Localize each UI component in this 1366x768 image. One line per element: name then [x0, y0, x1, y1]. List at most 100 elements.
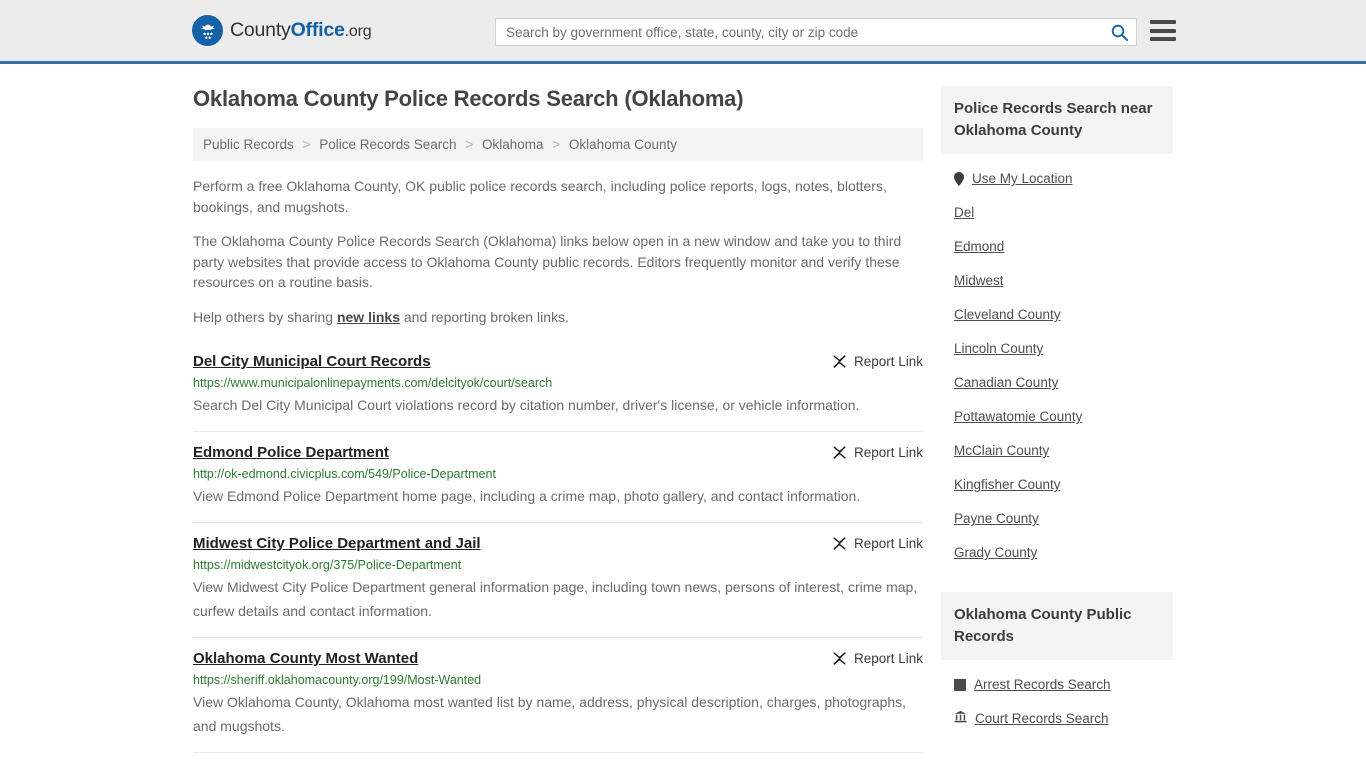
- breadcrumb-item-oklahoma-county[interactable]: Oklahoma County: [569, 137, 677, 152]
- sidebar-section-gap: [941, 570, 1173, 592]
- new-links-link[interactable]: new links: [337, 309, 400, 325]
- report-link-label: Report Link: [853, 651, 923, 666]
- result-title-link[interactable]: Midwest City Police Department and Jail: [193, 535, 481, 553]
- sidebar-public-records-title: Oklahoma County Public Records: [941, 592, 1173, 660]
- report-link-label: Report Link: [853, 354, 923, 369]
- sidebar-link[interactable]: Del: [954, 204, 974, 222]
- intro-paragraph-1: Perform a free Oklahoma County, OK publi…: [193, 178, 887, 215]
- report-link-button[interactable]: Report Link: [832, 536, 923, 551]
- page-body: Oklahoma County Police Records Search (O…: [0, 64, 1366, 753]
- sidebar-link[interactable]: Cleveland County: [954, 306, 1061, 324]
- logo-text-office: Office: [290, 19, 345, 41]
- intro-paragraph-2: The Oklahoma County Police Records Searc…: [193, 233, 902, 290]
- sidebar-link[interactable]: Payne County: [954, 510, 1039, 528]
- logo-text-county: County: [230, 19, 291, 41]
- result-url: https://midwestcityok.org/375/Police-Dep…: [193, 558, 462, 572]
- courthouse-icon: [954, 710, 967, 728]
- result-url: https://sheriff.oklahomacounty.org/199/M…: [193, 673, 482, 687]
- share-links-paragraph: Help others by sharing new links and rep…: [193, 307, 923, 328]
- sidebar-link[interactable]: Lincoln County: [954, 340, 1043, 358]
- sidebar-item-del[interactable]: Del: [941, 196, 1173, 230]
- sidebar-item-kingfisher-county[interactable]: Kingfisher County: [941, 468, 1173, 502]
- breadcrumb-separator: >: [552, 137, 561, 152]
- result-header: Midwest City Police Department and Jail …: [193, 535, 923, 553]
- sidebar-link[interactable]: Edmond: [954, 238, 1004, 256]
- site-logo[interactable]: CountyOffice.org: [192, 15, 372, 46]
- breadcrumb-item-oklahoma[interactable]: Oklahoma: [482, 137, 544, 152]
- breadcrumb-separator: >: [465, 137, 474, 152]
- sidebar-nearby-list: Use My Location Del Edmond Midwest Cleve…: [941, 154, 1173, 570]
- share-prefix: Help others by sharing: [193, 308, 337, 325]
- share-suffix: and reporting broken links.: [400, 308, 569, 325]
- result-description: View Edmond Police Department home page,…: [193, 488, 861, 504]
- document-square-icon: [954, 679, 966, 691]
- sidebar-item-arrest-records-search[interactable]: Arrest Records Search: [941, 668, 1173, 702]
- hamburger-bar: [1150, 20, 1176, 24]
- sidebar-item-midwest[interactable]: Midwest: [941, 264, 1173, 298]
- page-title: Oklahoma County Police Records Search (O…: [193, 86, 744, 111]
- sidebar-item-lincoln-county[interactable]: Lincoln County: [941, 332, 1173, 366]
- result-description: Search Del City Municipal Court violatio…: [193, 397, 860, 413]
- result-title-link[interactable]: Edmond Police Department: [193, 444, 389, 462]
- use-my-location-link[interactable]: Use My Location: [972, 170, 1073, 188]
- sidebar-link[interactable]: Pottawatomie County: [954, 408, 1082, 426]
- result-description: View Oklahoma County, Oklahoma most want…: [193, 694, 907, 734]
- result-title-link[interactable]: Del City Municipal Court Records: [193, 353, 431, 371]
- report-link-button[interactable]: Report Link: [832, 354, 923, 369]
- sidebar-item-court-records-search[interactable]: Court Records Search: [941, 702, 1173, 736]
- sidebar-nearby-title: Police Records Search near Oklahoma Coun…: [941, 86, 1173, 154]
- result-item: Oklahoma County Most Wanted Report Link …: [193, 638, 923, 753]
- search-input[interactable]: [496, 19, 1102, 45]
- sidebar-item-cleveland-county[interactable]: Cleveland County: [941, 298, 1173, 332]
- result-item: Midwest City Police Department and Jail …: [193, 523, 923, 638]
- breadcrumb-item-public-records[interactable]: Public Records: [203, 137, 294, 152]
- hamburger-bar: [1150, 28, 1176, 33]
- search-icon: [1111, 24, 1128, 41]
- search-button[interactable]: [1102, 19, 1136, 45]
- logo-text-org: .org: [344, 23, 372, 40]
- sidebar-link[interactable]: Canadian County: [954, 374, 1058, 392]
- breadcrumb-item-police-records-search[interactable]: Police Records Search: [319, 137, 456, 152]
- sidebar-public-records-list: Arrest Records Search Court Records Sear…: [941, 660, 1173, 736]
- report-link-label: Report Link: [853, 536, 923, 551]
- search-bar[interactable]: [495, 18, 1137, 46]
- result-title-link[interactable]: Oklahoma County Most Wanted: [193, 650, 418, 668]
- sidebar-item-grady-county[interactable]: Grady County: [941, 536, 1173, 570]
- site-header: CountyOffice.org: [0, 0, 1366, 64]
- report-link-button[interactable]: Report Link: [832, 651, 923, 666]
- content-container: Oklahoma County Police Records Search (O…: [193, 64, 1173, 753]
- sidebar-link[interactable]: Court Records Search: [975, 710, 1109, 728]
- sidebar-link[interactable]: Arrest Records Search: [974, 676, 1111, 694]
- result-item: Del City Municipal Court Records Report …: [193, 341, 923, 432]
- breadcrumb-separator: >: [302, 137, 311, 152]
- result-item: Edmond Police Department Report Link htt…: [193, 432, 923, 523]
- sidebar-item-payne-county[interactable]: Payne County: [941, 502, 1173, 536]
- eagle-seal-icon: [192, 15, 223, 46]
- result-header: Del City Municipal Court Records Report …: [193, 353, 923, 371]
- broken-link-icon: [833, 355, 846, 368]
- main-column: Oklahoma County Police Records Search (O…: [193, 86, 923, 753]
- sidebar-item-edmond[interactable]: Edmond: [941, 230, 1173, 264]
- result-header: Edmond Police Department Report Link: [193, 444, 923, 462]
- logo-text: CountyOffice.org: [230, 19, 372, 42]
- sidebar-item-canadian-county[interactable]: Canadian County: [941, 366, 1173, 400]
- breadcrumb: Public Records > Police Records Search >…: [193, 128, 923, 161]
- sidebar: Police Records Search near Oklahoma Coun…: [941, 86, 1173, 753]
- sidebar-link[interactable]: McClain County: [954, 442, 1049, 460]
- sidebar-link[interactable]: Grady County: [954, 544, 1037, 562]
- hamburger-menu-icon[interactable]: [1150, 20, 1176, 41]
- sidebar-link[interactable]: Kingfisher County: [954, 476, 1061, 494]
- result-description: View Midwest City Police Department gene…: [193, 579, 918, 619]
- report-link-label: Report Link: [853, 445, 923, 460]
- hamburger-bar: [1150, 37, 1176, 41]
- sidebar-item-mcclain-county[interactable]: McClain County: [941, 434, 1173, 468]
- result-header: Oklahoma County Most Wanted Report Link: [193, 650, 923, 668]
- report-link-button[interactable]: Report Link: [832, 445, 923, 460]
- sidebar-item-pottawatomie-county[interactable]: Pottawatomie County: [941, 400, 1173, 434]
- result-url: http://ok-edmond.civicplus.com/549/Polic…: [193, 467, 496, 481]
- broken-link-icon: [833, 537, 846, 550]
- result-url: https://www.municipalonlinepayments.com/…: [193, 376, 553, 390]
- sidebar-item-use-my-location[interactable]: Use My Location: [941, 162, 1173, 196]
- sidebar-link[interactable]: Midwest: [954, 272, 1004, 290]
- map-pin-icon: [954, 172, 964, 186]
